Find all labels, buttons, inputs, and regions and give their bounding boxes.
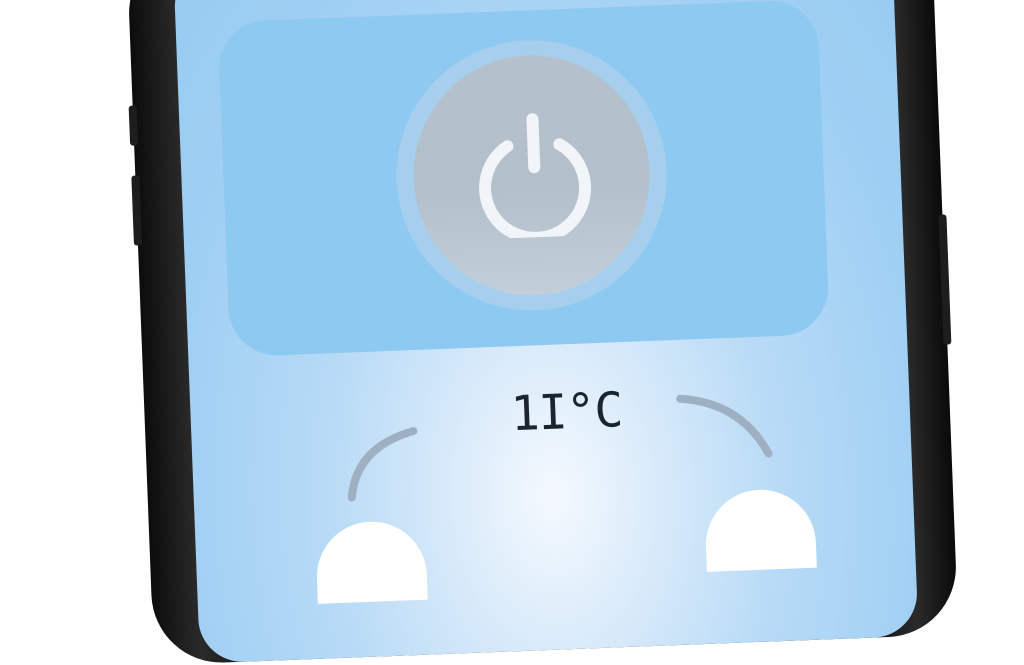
side-button-right xyxy=(938,214,952,345)
power-icon xyxy=(479,113,592,240)
power-card xyxy=(217,0,830,358)
temperature-arc-left xyxy=(347,427,418,502)
phone-frame: ⁖∿ 1Ι°C xyxy=(126,0,959,665)
app-screen: ⁖∿ 1Ι°C xyxy=(173,0,919,664)
increase-temperature-button[interactable] xyxy=(703,487,817,572)
side-button-left xyxy=(128,105,139,146)
temperature-arc-right xyxy=(676,394,773,458)
temperature-display: 1Ι°C xyxy=(509,382,624,443)
side-button-left-2 xyxy=(131,175,142,246)
decrease-temperature-button[interactable] xyxy=(314,519,428,604)
